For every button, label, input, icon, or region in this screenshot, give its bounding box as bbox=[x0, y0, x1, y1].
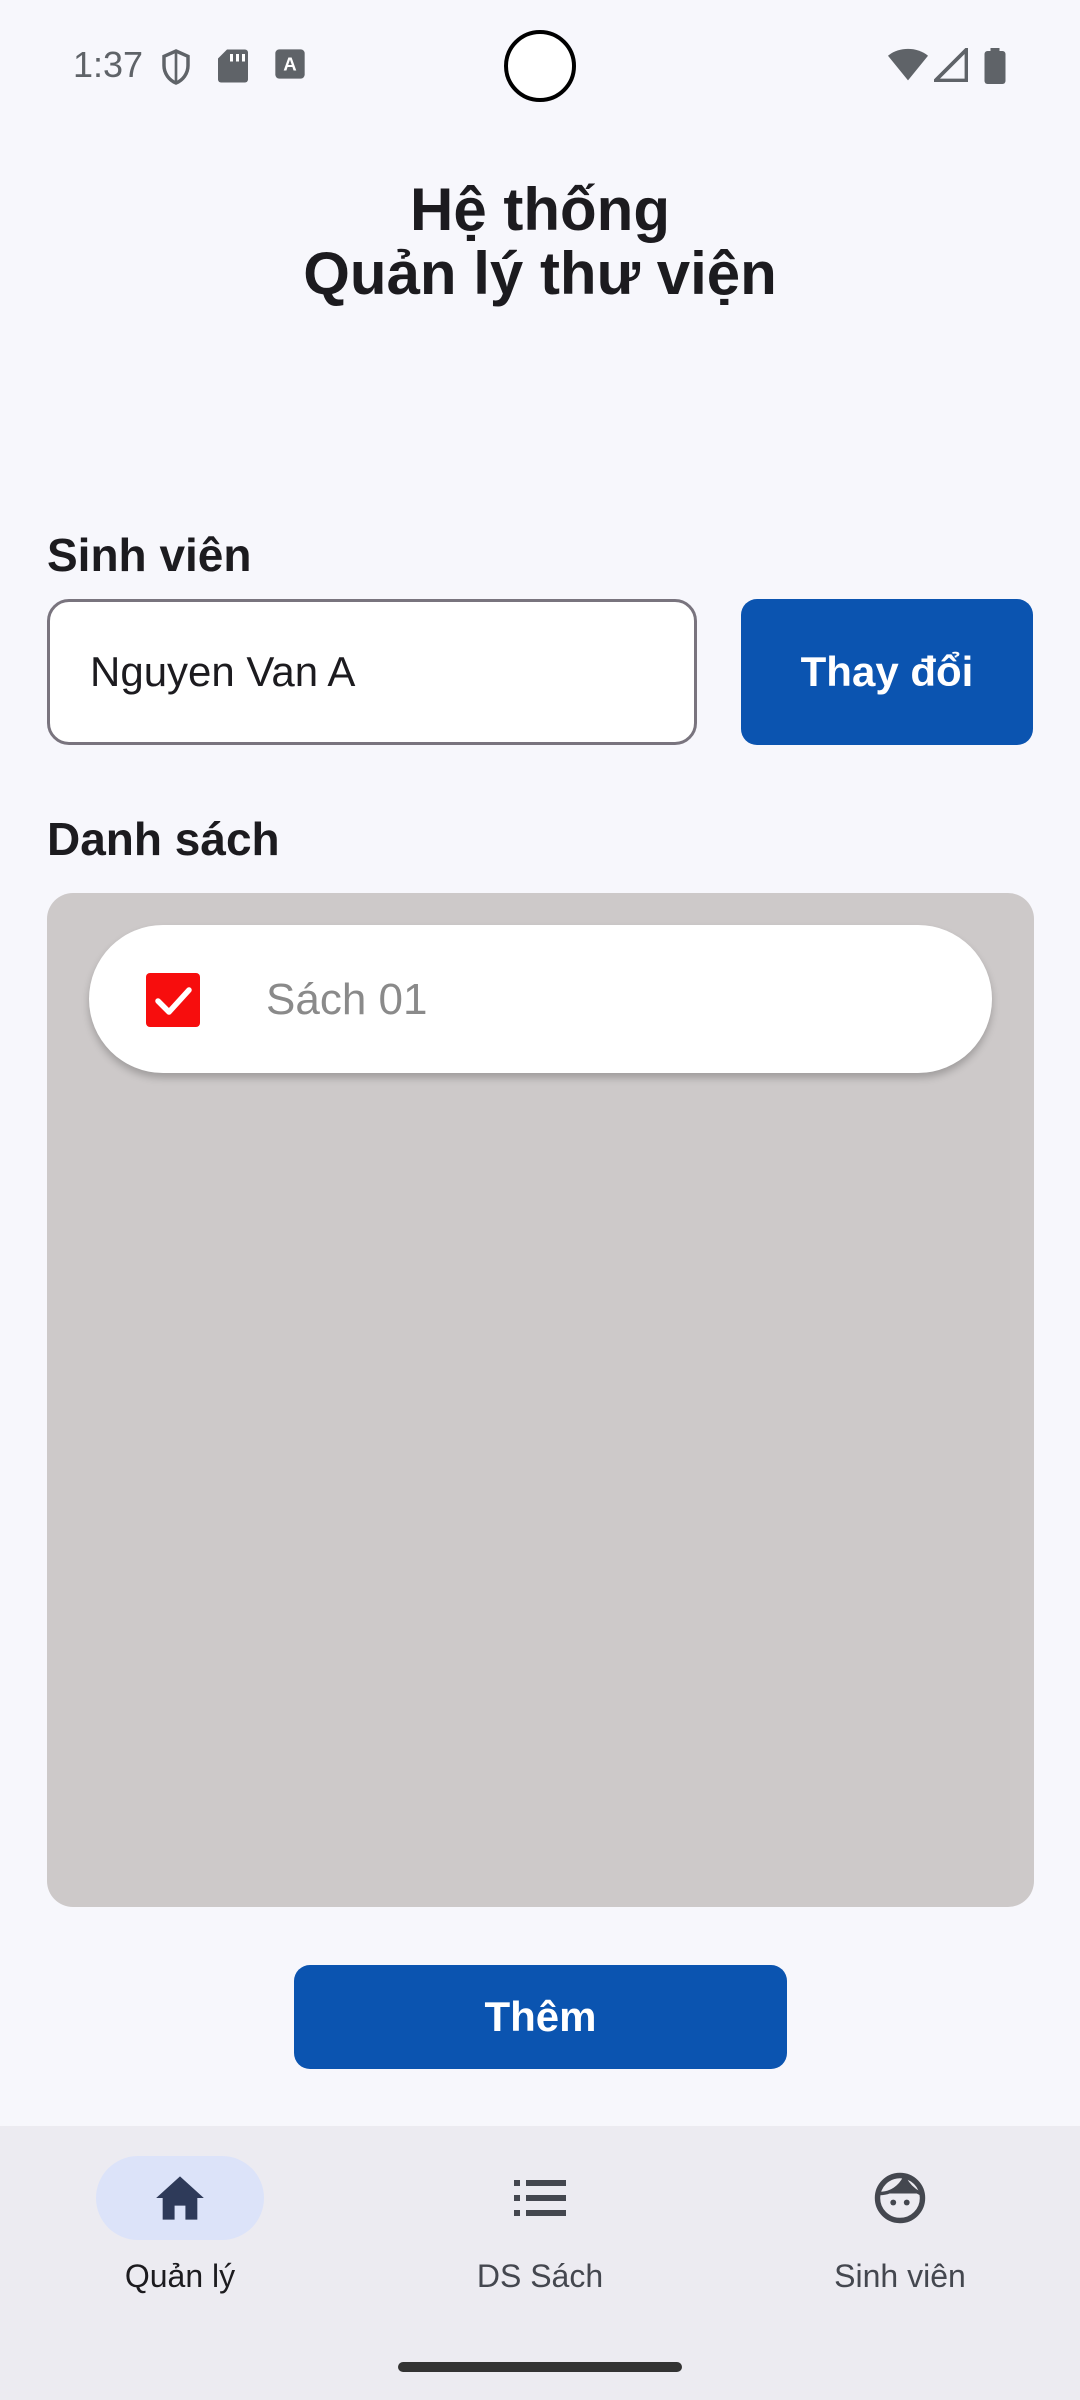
status-bar: 1:37 A bbox=[0, 0, 1080, 130]
change-button[interactable]: Thay đổi bbox=[741, 599, 1033, 745]
wifi-icon bbox=[888, 48, 928, 81]
page-title-line-2: Quản lý thư viện bbox=[303, 240, 777, 307]
signal-icon bbox=[934, 48, 968, 82]
book-list[interactable]: Sách 01 bbox=[47, 893, 1034, 1907]
student-label: Sinh viên bbox=[47, 529, 252, 581]
book-checkbox[interactable] bbox=[146, 973, 200, 1027]
student-name-input[interactable] bbox=[47, 599, 697, 745]
nav-pill-student bbox=[816, 2156, 984, 2240]
home-icon bbox=[156, 2176, 204, 2220]
home-indicator[interactable] bbox=[398, 2362, 682, 2372]
font-icon: A bbox=[275, 49, 305, 79]
status-time: 1:37 bbox=[73, 44, 144, 85]
nav-item-manage[interactable]: Quản lý bbox=[0, 2156, 360, 2316]
battery-icon bbox=[984, 48, 1006, 84]
shield-icon bbox=[162, 49, 190, 85]
front-camera bbox=[504, 30, 576, 102]
nav-item-books[interactable]: DS Sách bbox=[360, 2156, 720, 2316]
list-label: Danh sách bbox=[47, 813, 280, 865]
nav-pill-books bbox=[456, 2156, 624, 2240]
nav-label-manage: Quản lý bbox=[124, 2258, 236, 2294]
page-title-line-1: Hệ thống bbox=[410, 176, 670, 243]
list-item-label: Sách 01 bbox=[266, 975, 428, 1024]
nav-label-books: DS Sách bbox=[476, 2258, 604, 2294]
face-icon bbox=[874, 2172, 926, 2224]
bottom-nav: Quản lý DS Sách Sinh viên bbox=[0, 2126, 1080, 2400]
add-button[interactable]: Thêm bbox=[294, 1965, 787, 2069]
list-item[interactable]: Sách 01 bbox=[89, 925, 992, 1073]
nav-active-indicator bbox=[96, 2156, 264, 2240]
checkmark-icon bbox=[155, 987, 192, 1015]
list-icon bbox=[514, 2180, 566, 2216]
nav-label-student: Sinh viên bbox=[834, 2258, 966, 2294]
page-title: Hệ thống Quản lý thư viện bbox=[0, 178, 1080, 306]
sd-card-icon bbox=[218, 49, 248, 83]
svg-text:A: A bbox=[283, 54, 296, 75]
nav-item-student[interactable]: Sinh viên bbox=[720, 2156, 1080, 2316]
